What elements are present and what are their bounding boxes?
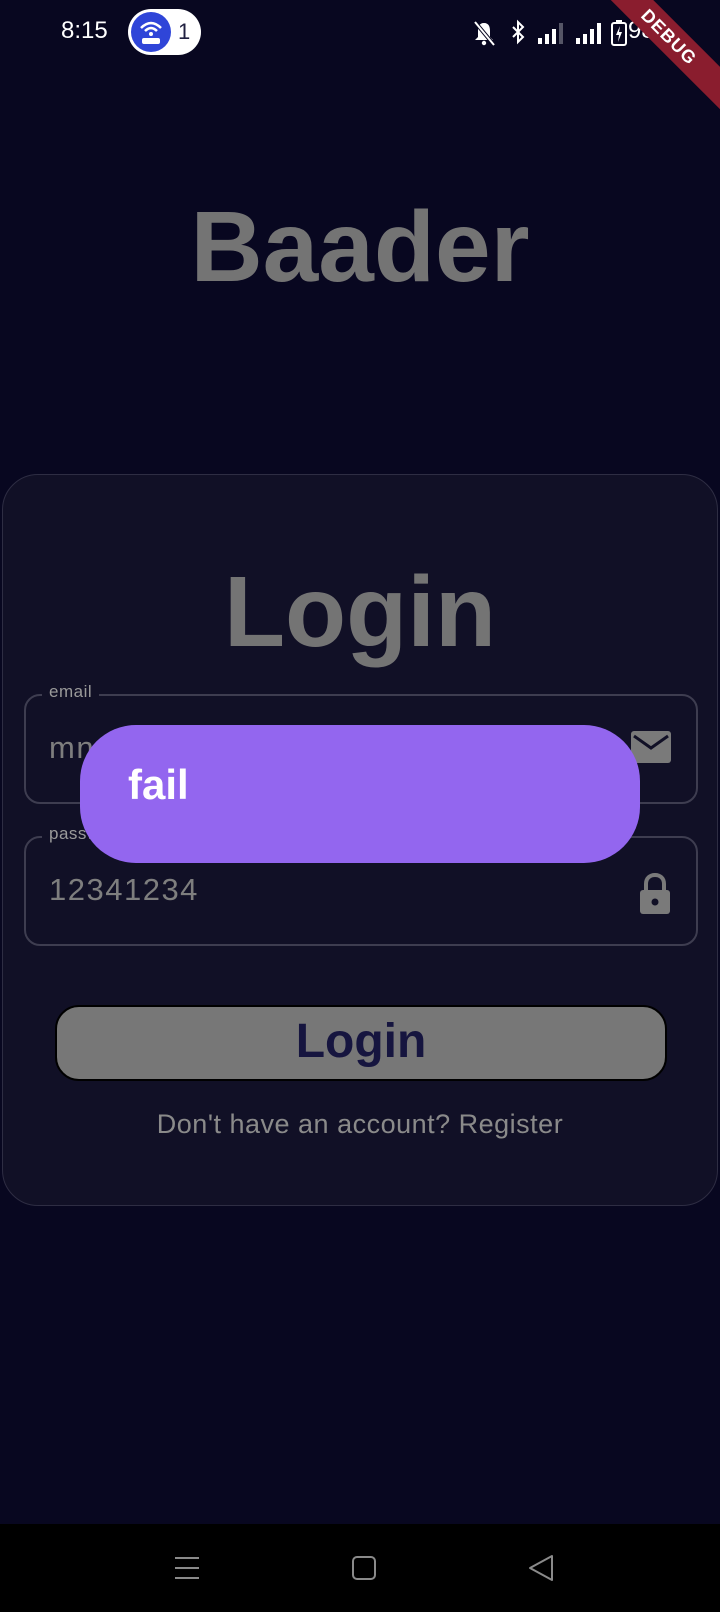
navigation-bar [0,1524,720,1612]
battery-charging-icon [611,20,627,46]
login-button[interactable]: Login [55,1005,667,1081]
back-icon[interactable] [527,1552,555,1584]
menu-icon[interactable] [174,1552,200,1584]
register-link[interactable]: Don't have an account? Register [3,1109,717,1140]
toast-text: fail [128,761,189,808]
app-title: Baader [190,191,530,303]
hotspot-count: 1 [178,19,191,44]
password-input[interactable] [49,872,609,908]
signal-icon [538,23,563,44]
toast-message: fail [80,725,640,863]
bluetooth-icon [512,19,525,45]
login-heading: Login [223,556,497,668]
mute-icon [473,20,496,47]
email-label: email [42,682,100,702]
status-bar: 8:15 1 DEBUG [0,0,720,115]
status-time: 8:15 [61,17,108,44]
lock-icon [638,872,672,921]
hotspot-icon [131,12,171,52]
hotspot-chip[interactable]: 1 [128,9,201,55]
signal-icon [576,23,601,44]
home-icon[interactable] [351,1552,377,1584]
